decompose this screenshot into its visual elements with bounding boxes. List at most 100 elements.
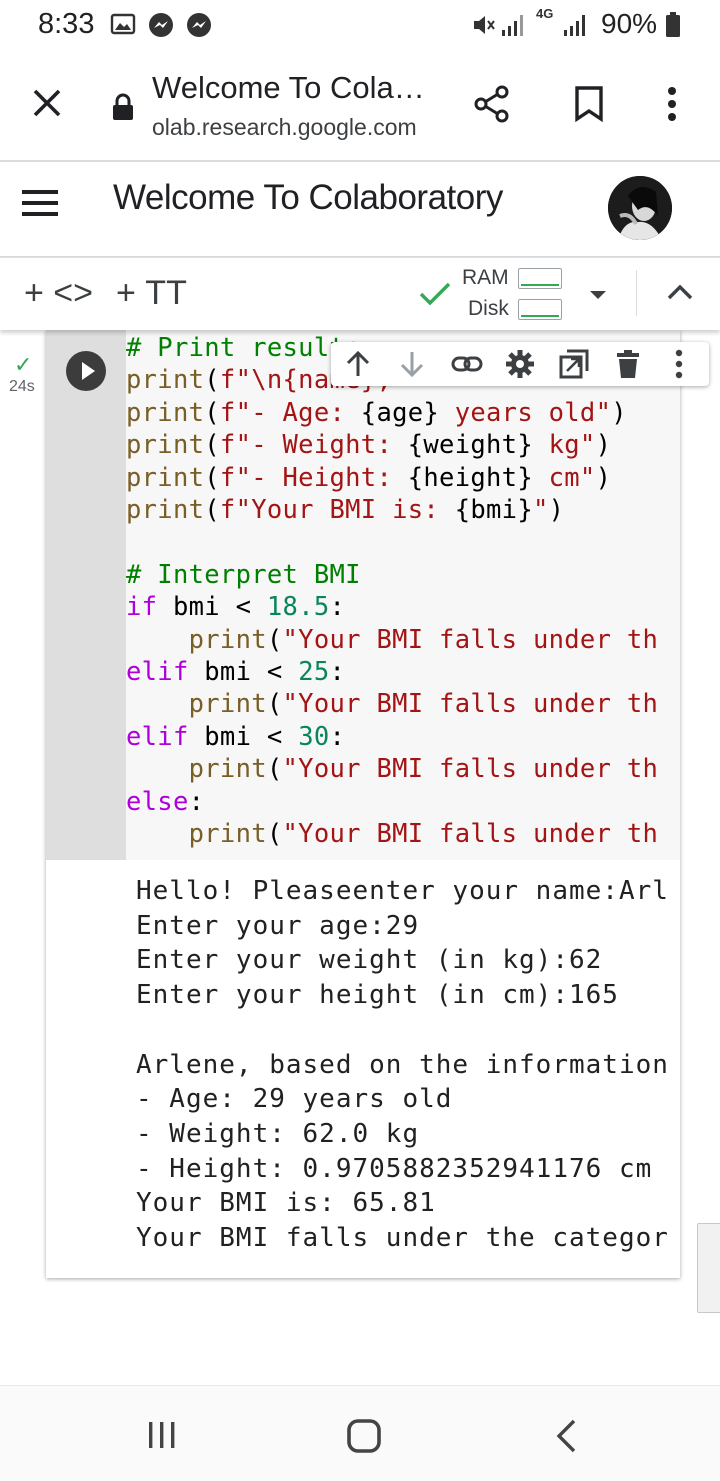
messenger-icon <box>148 12 173 37</box>
code-token: {age} <box>360 397 440 428</box>
home-icon[interactable] <box>346 1418 382 1459</box>
more-vert-icon[interactable] <box>669 349 699 379</box>
more-vert-icon[interactable] <box>662 86 682 127</box>
code-token: : <box>188 786 205 817</box>
code-token: print <box>126 430 205 461</box>
code-line[interactable]: if bmi < 18.5: <box>126 591 345 623</box>
code-line[interactable]: print("Your BMI falls under th <box>126 624 658 656</box>
cell-output: Hello! Pleaseenter your name:Arl Enter yo… <box>46 860 680 1278</box>
code-line[interactable]: # Interpret BMI <box>126 559 361 591</box>
code-line[interactable]: print("Your BMI falls under th <box>126 818 658 850</box>
system-nav-bar <box>0 1385 720 1481</box>
code-token: ( <box>266 754 283 785</box>
notebook-title[interactable]: Welcome To Colaboratory <box>113 178 503 218</box>
output-line: - Weight: 62.0 kg <box>136 1118 420 1149</box>
notebook-toolbar: + <> + ТТ RAM Disk <box>0 257 720 330</box>
arrow-down-icon[interactable] <box>397 349 427 379</box>
ram-label: RAM <box>462 266 509 289</box>
connected-check-icon <box>418 280 452 313</box>
code-line[interactable]: elif bmi < 25: <box>126 656 345 688</box>
code-token: ( <box>204 495 220 525</box>
signal-icon <box>500 12 524 36</box>
code-line[interactable]: # Print results <box>126 332 361 364</box>
close-icon[interactable] <box>30 86 64 125</box>
scrollbar-thumb[interactable] <box>697 1223 720 1313</box>
code-token: {weight} <box>407 430 533 461</box>
code-token: print <box>126 624 267 655</box>
code-token: : <box>329 721 346 752</box>
cell-success-check-icon: ✓ <box>14 352 33 377</box>
code-token: # Interpret BMI <box>126 559 361 590</box>
code-token: print <box>126 365 205 396</box>
status-bar: 8:33 4G 90% <box>0 0 720 52</box>
code-token: elif <box>126 657 189 687</box>
code-line[interactable]: print(f"Your BMI is: {bmi}") <box>126 494 564 526</box>
code-token: kg" <box>532 430 596 461</box>
chevron-down-icon[interactable] <box>588 288 608 306</box>
code-token: : <box>329 592 346 623</box>
code-line[interactable]: print("Your BMI falls under th <box>126 688 658 720</box>
code-token: ) <box>611 397 627 428</box>
back-icon[interactable] <box>554 1418 578 1459</box>
code-token: ( <box>266 689 283 720</box>
code-token: f"- Height: <box>219 462 408 493</box>
output-line: Enter your weight (in kg):62 <box>136 945 603 976</box>
code-line[interactable]: elif bmi < 30: <box>126 721 345 753</box>
recent-apps-icon[interactable] <box>146 1420 178 1455</box>
messenger-icon <box>186 12 211 37</box>
cell-toolbar <box>331 342 709 386</box>
code-line[interactable]: print(f"- Age: {age} years old") <box>126 397 627 429</box>
image-icon <box>110 12 136 36</box>
disk-label: Disk <box>468 297 509 320</box>
code-token: print <box>126 754 267 785</box>
code-token: 30 <box>298 721 330 752</box>
code-token: 18.5 <box>266 592 330 623</box>
run-cell-button[interactable] <box>66 351 106 391</box>
menu-icon[interactable] <box>22 188 60 223</box>
code-line[interactable]: print("Your BMI falls under th <box>126 753 658 785</box>
code-token: if <box>126 592 158 623</box>
code-token: f"- Age: <box>219 397 361 428</box>
code-cell[interactable]: # Print results print(f"\n{name}, print(f… <box>46 330 709 1278</box>
output-line: - Age: 29 years old <box>136 1084 453 1115</box>
link-icon[interactable] <box>451 349 483 379</box>
page-url[interactable]: olab.research.google.com <box>152 114 417 141</box>
avatar[interactable] <box>608 176 672 240</box>
share-icon[interactable] <box>472 84 512 129</box>
add-code-cell-button[interactable]: + <> <box>24 274 93 313</box>
mute-icon <box>470 12 495 36</box>
code-token: cm" <box>532 462 596 493</box>
cell-gutter <box>46 330 126 860</box>
output-line: Enter your age:29 <box>136 910 420 941</box>
code-token: ( <box>266 624 283 655</box>
output-line: Arlene, based on the information <box>136 1049 669 1080</box>
code-token: ( <box>204 462 220 493</box>
ram-usage-bar[interactable] <box>518 268 562 289</box>
chevron-up-icon[interactable] <box>666 282 694 307</box>
settings-icon[interactable] <box>505 349 535 379</box>
code-token: {bmi} <box>454 495 533 525</box>
code-token: # Print results <box>126 333 361 363</box>
bookmark-icon[interactable] <box>574 86 604 127</box>
code-line[interactable]: print(f"- Height: {height} cm") <box>126 462 611 494</box>
signal-icon <box>562 12 586 36</box>
arrow-up-icon[interactable] <box>343 349 373 379</box>
code-token: "Your BMI falls under th <box>282 624 659 655</box>
add-text-cell-button[interactable]: + ТТ <box>116 274 187 313</box>
code-token: ( <box>204 430 220 461</box>
code-token: print <box>126 397 205 428</box>
code-editor[interactable]: # Print results print(f"\n{name}, print(f… <box>126 330 680 860</box>
code-token: print <box>126 689 267 720</box>
code-token: 25 <box>298 657 330 687</box>
code-token: bmi < <box>188 721 299 752</box>
lock-icon <box>110 92 136 127</box>
disk-usage-bar[interactable] <box>518 299 562 320</box>
code-token: ) <box>548 495 565 525</box>
code-token: ) <box>595 430 612 461</box>
code-line[interactable]: print(f"- Weight: {weight} kg") <box>126 429 611 461</box>
mirror-cell-icon[interactable] <box>559 349 589 379</box>
code-line[interactable]: else: <box>126 786 204 818</box>
delete-icon[interactable] <box>613 349 643 379</box>
code-token: f"Your BMI is: <box>219 495 455 525</box>
code-token: " <box>532 495 549 525</box>
